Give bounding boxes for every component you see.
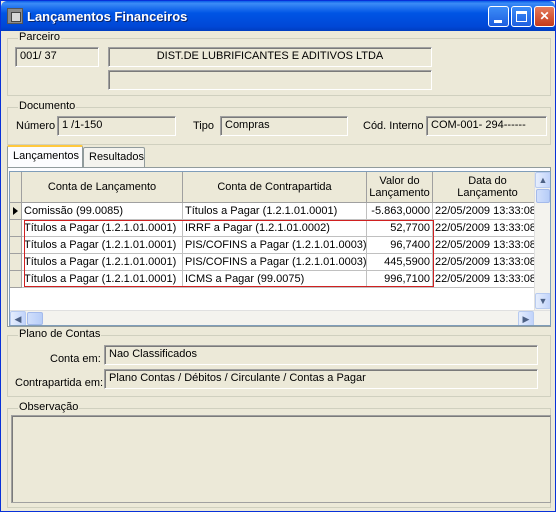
- cell-contrapartida[interactable]: PIS/COFINS a Pagar (1.2.1.01.0003): [183, 237, 367, 254]
- cell-conta[interactable]: Títulos a Pagar (1.2.1.01.0001): [22, 271, 183, 288]
- contrapartida-em-label: Contrapartida em:: [15, 377, 104, 389]
- cell-valor[interactable]: 445,5900: [367, 254, 433, 271]
- cod-interno-label: Cód. Interno: [363, 120, 424, 132]
- col-header-conta[interactable]: Conta de Lançamento: [22, 172, 183, 203]
- conta-em-field[interactable]: Nao Classificados: [104, 345, 538, 365]
- cell-contrapartida[interactable]: PIS/COFINS a Pagar (1.2.1.01.0003): [183, 254, 367, 271]
- scroll-down-icon[interactable]: ▼: [535, 293, 550, 309]
- maximize-button[interactable]: [511, 6, 532, 27]
- app-icon[interactable]: [7, 8, 23, 24]
- cell-data[interactable]: 22/05/2009 13:33:08: [433, 220, 543, 237]
- row-pointer-icon: [13, 207, 18, 215]
- close-button[interactable]: ✕: [534, 6, 555, 27]
- cell-contrapartida[interactable]: ICMS a Pagar (99.0075): [183, 271, 367, 288]
- contrapartida-em-field[interactable]: Plano Contas / Débitos / Circulante / Co…: [104, 369, 538, 389]
- title-bar[interactable]: Lançamentos Financeiros ✕: [1, 1, 555, 31]
- row-indicator[interactable]: [10, 271, 22, 288]
- plano-contas-group: Plano de Contas Conta em: Nao Classifica…: [7, 328, 551, 397]
- parceiro-name-field[interactable]: DIST.DE LUBRIFICANTES E ADITIVOS LTDA: [108, 47, 432, 67]
- scroll-up-icon[interactable]: ▲: [535, 172, 550, 188]
- tipo-label: Tipo: [193, 120, 214, 132]
- horizontal-scroll-thumb[interactable]: [27, 312, 43, 325]
- conta-em-label: Conta em:: [50, 353, 101, 365]
- cell-conta[interactable]: Comissão (99.0085): [22, 203, 183, 220]
- grid-corner: [10, 172, 22, 203]
- numero-field[interactable]: 1 /1-150: [57, 116, 176, 136]
- row-indicator[interactable]: [10, 220, 22, 237]
- tipo-field[interactable]: Compras: [220, 116, 348, 136]
- cell-data[interactable]: 22/05/2009 13:33:08: [433, 271, 543, 288]
- main-window: Lançamentos Financeiros ✕ Parceiro 001/ …: [0, 0, 556, 512]
- window-title: Lançamentos Financeiros: [27, 9, 188, 24]
- cell-valor[interactable]: -5.863,0000: [367, 203, 433, 220]
- parceiro-code-field[interactable]: 001/ 37: [15, 47, 99, 67]
- cell-conta[interactable]: Títulos a Pagar (1.2.1.01.0001): [22, 220, 183, 237]
- cell-data[interactable]: 22/05/2009 13:33:08: [433, 203, 543, 220]
- row-indicator[interactable]: [10, 203, 22, 220]
- vertical-scrollbar[interactable]: ▲ ▼: [534, 172, 550, 310]
- close-icon: ✕: [539, 9, 550, 23]
- documento-legend: Documento: [18, 100, 77, 112]
- cod-interno-field[interactable]: COM-001- 294------: [426, 116, 547, 136]
- parceiro-extra-field[interactable]: [108, 70, 432, 90]
- cell-contrapartida[interactable]: IRRF a Pagar (1.2.1.01.0002): [183, 220, 367, 237]
- cell-contrapartida[interactable]: Títulos a Pagar (1.2.1.01.0001): [183, 203, 367, 220]
- maximize-icon: [516, 11, 527, 22]
- plano-contas-legend: Plano de Contas: [18, 328, 102, 340]
- scroll-right-icon[interactable]: ▶: [518, 311, 534, 325]
- observacao-textarea[interactable]: [11, 415, 551, 503]
- minimize-icon: [494, 20, 502, 23]
- row-indicator[interactable]: [10, 237, 22, 254]
- tab-lancamentos[interactable]: Lançamentos: [7, 145, 83, 168]
- cell-valor[interactable]: 96,7400: [367, 237, 433, 254]
- cell-data[interactable]: 22/05/2009 13:33:08: [433, 254, 543, 271]
- minimize-button[interactable]: [488, 6, 509, 27]
- col-header-data[interactable]: Data do Lançamento: [433, 172, 543, 203]
- parceiro-group: Parceiro 001/ 37 DIST.DE LUBRIFICANTES E…: [7, 31, 551, 96]
- observacao-legend: Observação: [18, 401, 80, 413]
- parceiro-legend: Parceiro: [18, 31, 61, 43]
- documento-group: Documento Número 1 /1-150 Tipo Compras C…: [7, 100, 551, 145]
- tab-resultados[interactable]: Resultados: [83, 147, 145, 167]
- scroll-left-icon[interactable]: ◀: [10, 311, 26, 325]
- horizontal-scrollbar[interactable]: ◀ ▶: [10, 310, 550, 325]
- cell-conta[interactable]: Títulos a Pagar (1.2.1.01.0001): [22, 254, 183, 271]
- row-indicator[interactable]: [10, 254, 22, 271]
- cell-data[interactable]: 22/05/2009 13:33:08: [433, 237, 543, 254]
- col-header-valor[interactable]: Valor do Lançamento: [367, 172, 433, 203]
- cell-valor[interactable]: 996,7100: [367, 271, 433, 288]
- lancamentos-grid[interactable]: Conta de Lançamento Conta de Contraparti…: [9, 171, 551, 326]
- col-header-contrapartida[interactable]: Conta de Contrapartida: [183, 172, 367, 203]
- cell-valor[interactable]: 52,7700: [367, 220, 433, 237]
- cell-conta[interactable]: Títulos a Pagar (1.2.1.01.0001): [22, 237, 183, 254]
- vertical-scroll-thumb[interactable]: [536, 189, 550, 203]
- numero-label: Número: [16, 120, 56, 132]
